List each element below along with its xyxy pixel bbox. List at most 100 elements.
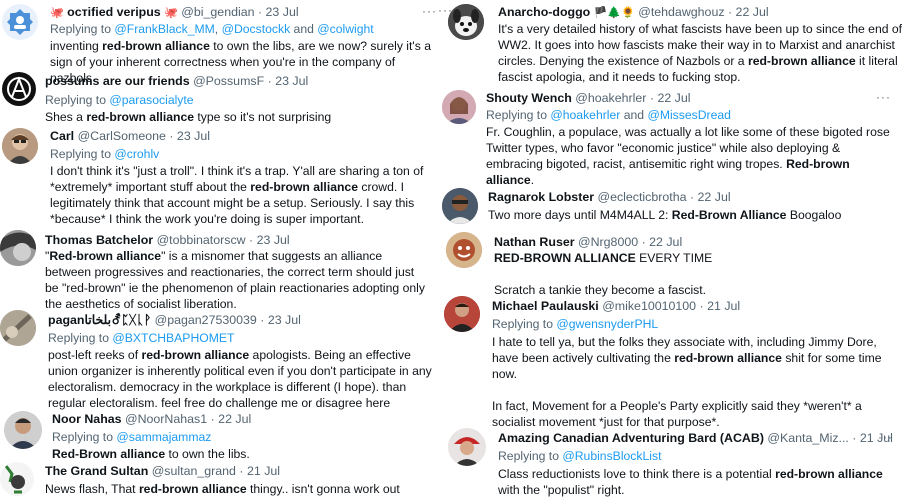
display-name[interactable]: Amazing Canadian Adventuring Bard (ACAB) [498, 431, 764, 445]
tweet: Shouty Wench @hoakehrler · 22 Jul ··· Re… [440, 86, 907, 188]
avatar[interactable] [446, 232, 482, 268]
separator-dot: · [245, 233, 257, 247]
avatar[interactable] [448, 428, 486, 466]
tweet-date[interactable]: 23 Jul [268, 313, 301, 327]
tweet: possums are our friends @PossumsF · 23 J… [0, 70, 440, 126]
tweet-text: RED-BROWN ALLIANCE EVERY TIME [494, 250, 894, 266]
handle[interactable]: @bi_gendian [181, 5, 254, 19]
display-name[interactable]: Carl [50, 129, 74, 143]
avatar[interactable] [442, 188, 478, 224]
separator-dot: · [686, 190, 698, 204]
character-avatar-icon [0, 462, 34, 496]
handle[interactable]: @hoakehrler [575, 91, 646, 105]
avatar[interactable] [2, 128, 38, 164]
highlight-term: Red-Brown Alliance [671, 208, 787, 222]
tweet-date[interactable]: 22 Jul [649, 235, 682, 249]
avatar[interactable] [0, 462, 34, 496]
more-options-icon[interactable]: ··· [438, 3, 453, 17]
highlight-term: red-brown alliance [775, 467, 883, 481]
person-photo-icon [448, 428, 486, 466]
text-segment: to own the libs. [165, 447, 250, 461]
handle[interactable]: @tehdawghouz [638, 5, 724, 19]
handle[interactable]: @mike10010100 [602, 299, 696, 313]
reply-sep: and [290, 22, 318, 36]
text-segment: Two more days until M4M4ALL 2: [488, 208, 672, 222]
octopus-emoji-icon: 🐙 [164, 7, 178, 19]
replying-to: Replying to @BXTCHBAPHOMET [48, 330, 234, 346]
more-options-icon[interactable]: ··· [878, 429, 893, 445]
tweet: Amazing Canadian Adventuring Bard (ACAB)… [440, 426, 907, 499]
mention-link[interactable]: @gwensnyderPHL [556, 317, 658, 331]
mention-link[interactable]: @colwight [317, 22, 373, 36]
avatar[interactable] [442, 90, 476, 124]
tweet-date[interactable]: 23 Jul [275, 74, 308, 88]
handle[interactable]: @sultan_grand [152, 464, 236, 478]
tweet-date[interactable]: 22 Jul [736, 5, 769, 19]
more-options-icon[interactable]: ··· [876, 89, 891, 105]
mention-link[interactable]: @crohlv [114, 147, 159, 161]
display-name[interactable]: paganبلخاتا⚦ᛈᚷᚳᚹ [48, 313, 151, 327]
display-name[interactable]: ocтified veripus [67, 5, 161, 19]
avatar[interactable] [2, 72, 36, 106]
tweet-text: Class reductionists love to think there … [498, 466, 903, 498]
avatar[interactable] [0, 230, 36, 266]
tweet-date[interactable]: 22 Jul [657, 91, 690, 105]
display-name[interactable]: The Grand Sultan [45, 464, 148, 478]
display-name[interactable]: Shouty Wench [486, 91, 572, 105]
text-segment: type so it's not surprising [194, 110, 332, 124]
text-segment: Boogaloo [786, 208, 842, 222]
handle[interactable]: @pagan27530039 [155, 313, 257, 327]
tweet-date[interactable]: 22 Jul [698, 190, 731, 204]
tweet-date[interactable]: 23 Jul [177, 129, 210, 143]
handle[interactable]: @Nrg8000 [578, 235, 638, 249]
highlight-term: red-brown alliance [674, 351, 782, 365]
text-segment: News flash, That [45, 482, 139, 496]
separator-dot: · [638, 235, 650, 249]
reply-sep: , [214, 22, 222, 36]
tweet: Ragnarok Lobster @eclecticbrotha · 22 Ju… [440, 188, 907, 230]
person-photo-icon [442, 90, 476, 124]
handle[interactable]: @Kanta_Miz... [767, 431, 848, 445]
mention-link[interactable]: @hoakehrler [550, 108, 620, 122]
replying-label: Replying to [50, 147, 111, 161]
more-options-icon[interactable]: ··· [422, 3, 437, 19]
handle[interactable]: @CarlSomeone [78, 129, 166, 143]
mention-link[interactable]: @BXTCHBAPHOMET [112, 331, 234, 345]
text-segment: post-left reeks of [48, 348, 142, 362]
display-name[interactable]: Ragnarok Lobster [488, 190, 594, 204]
highlight-term: red-brown alliance [102, 39, 210, 53]
mention-link[interactable]: @sammajammaz [116, 430, 211, 444]
tweet: Noor Nahas @NoorNahas1 · 22 Jul Replying… [0, 408, 440, 462]
display-name[interactable]: Michael Paulauski [492, 299, 599, 313]
mention-link[interactable]: @FrankBlack_MM [114, 22, 214, 36]
mention-link[interactable]: @Docstockk [222, 22, 291, 36]
replying-label: Replying to [50, 22, 111, 36]
avatar[interactable] [0, 310, 36, 346]
avatar[interactable] [448, 4, 484, 40]
display-name[interactable]: Anarcho-doggo [498, 5, 590, 19]
tweet-date[interactable]: 21 Jul [707, 299, 740, 313]
mention-link[interactable]: @RubinsBlockList [562, 449, 661, 463]
display-name[interactable]: Noor Nahas [52, 412, 122, 426]
tweet-date[interactable]: 22 Jul [218, 412, 251, 426]
tweet-date[interactable]: 23 Jul [257, 233, 290, 247]
avatar[interactable] [2, 4, 38, 40]
mention-link[interactable]: @parasocialyte [109, 93, 193, 107]
handle[interactable]: @tobbinatorscw [157, 233, 246, 247]
tweet-date[interactable]: 21 Jul [247, 464, 280, 478]
display-name[interactable]: Nathan Ruser [494, 235, 575, 249]
handle[interactable]: @PossumsF [193, 74, 264, 88]
avatar[interactable] [4, 411, 42, 449]
avatar[interactable] [444, 296, 480, 332]
highlight-term: red-brown alliance [250, 180, 358, 194]
display-name[interactable]: Thomas Batchelor [45, 233, 153, 247]
handle[interactable]: @eclecticbrotha [597, 190, 686, 204]
separator-dot: · [646, 91, 658, 105]
tweet-text: post-left reeks of red-brown alliance ap… [48, 347, 433, 411]
tweet-date[interactable]: 23 Jul [266, 5, 299, 19]
highlight-term: red-brown alliance [141, 348, 250, 362]
handle[interactable]: @NoorNahas1 [125, 412, 207, 426]
mention-link[interactable]: @MissesDread [647, 108, 731, 122]
replying-to: Replying to @parasocialyte [45, 92, 194, 108]
display-name[interactable]: possums are our friends [45, 74, 190, 88]
